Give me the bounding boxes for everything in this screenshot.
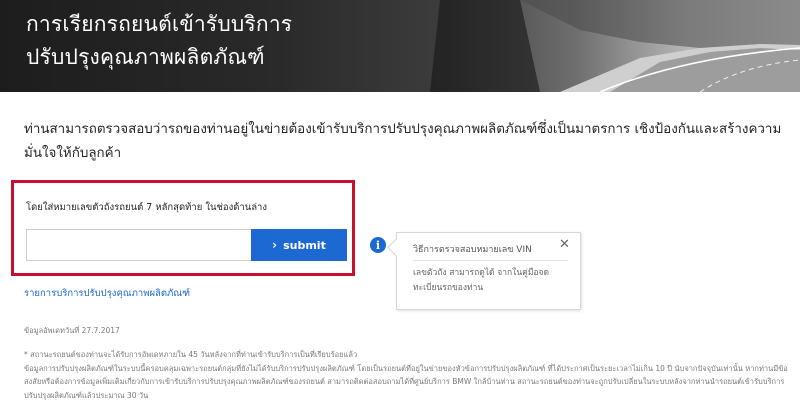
product-improvement-list-link[interactable]: รายการบริการปรับปรุงคุณภาพผลิตภัณฑ์: [24, 286, 190, 301]
info-icon[interactable]: i: [370, 237, 386, 253]
tooltip-title: วิธีการตรวจสอบหมายเลข VIN: [413, 245, 532, 255]
page-title-line-1: การเรียกรถยนต์เข้ารับบริการ: [26, 12, 293, 36]
hero-banner: การเรียกรถยนต์เข้ารับบริการ ปรับปรุงคุณภ…: [0, 0, 800, 92]
footnote-line-2: ข้อมูลการปรับปรุงผลิตภัณฑ์ในระบบนี้ครอบค…: [24, 363, 788, 400]
intro-text: ท่านสามารถตรวจสอบว่ารถของท่านอยู่ในข่ายต…: [24, 122, 782, 161]
chevron-right-icon: ›: [272, 238, 278, 252]
vin-input-label: โดยใส่หมายเลขตัวถังรถยนต์ 7 หลักสุดท้าย …: [26, 202, 268, 213]
page-title-line-2: ปรับปรุงคุณภาพผลิตภัณฑ์: [26, 45, 265, 69]
page-title: การเรียกรถยนต์เข้ารับบริการ ปรับปรุงคุณภ…: [26, 8, 292, 74]
tooltip-divider: [413, 260, 568, 261]
vin-help-tooltip: วิธีการตรวจสอบหมายเลข VIN ✕ เลขตัวถัง สา…: [396, 232, 581, 310]
submit-button-label: submit: [283, 238, 326, 252]
tooltip-body: เลขตัวถัง สามารถดูได้ จากในคู่มือจด ทะเบ…: [413, 268, 550, 293]
close-icon[interactable]: ✕: [559, 237, 570, 253]
footnote: * สถานะรถยนต์ของท่านจะได้รับการอัพเดทภาย…: [24, 348, 794, 402]
footnote-line-1: * สถานะรถยนต์ของท่านจะได้รับการอัพเดทภาย…: [24, 350, 358, 359]
vin-form-highlight: โดยใส่หมายเลขตัวถังรถยนต์ 7 หลักสุดท้าย …: [11, 180, 355, 276]
vin-input[interactable]: [26, 229, 262, 261]
submit-button[interactable]: › submit: [251, 229, 347, 261]
last-updated-text: ข้อมูลอัพเดทวันที่ 27.7.2017: [24, 326, 120, 335]
